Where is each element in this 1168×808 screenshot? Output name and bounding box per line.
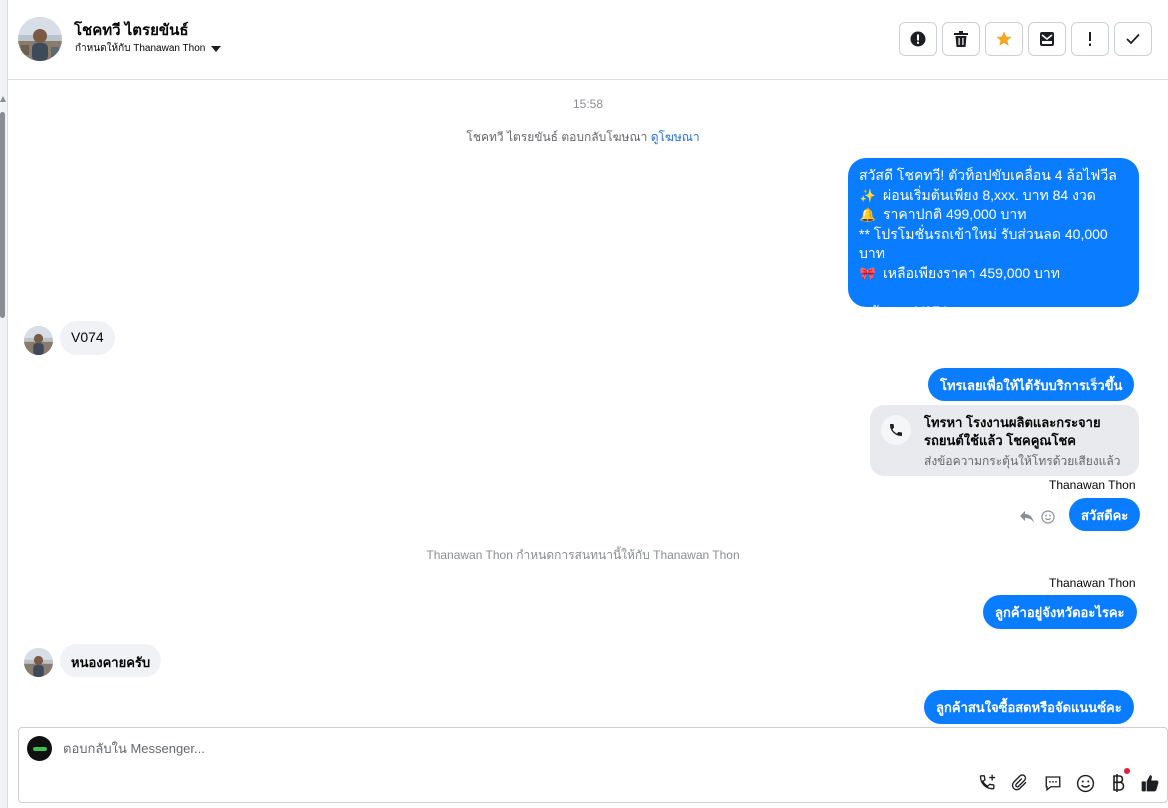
offer-line: ✨ ผ่อนเริ่มต้นเพียง 8,xxx. บาท 84 งวด bbox=[859, 186, 1128, 206]
ad-reply-notice: โชคทวี ไตรยขันธ์ ตอบกลับโฆษณา ดูโฆษณา bbox=[8, 128, 1158, 147]
incoming-message[interactable]: V074 bbox=[60, 321, 115, 355]
sender-name: Thanawan Thon bbox=[1049, 576, 1136, 590]
emoji-button[interactable] bbox=[1074, 772, 1096, 794]
reply-icon[interactable] bbox=[1019, 510, 1035, 524]
mark-unread-icon bbox=[1040, 32, 1054, 46]
payment-icon bbox=[1113, 774, 1125, 792]
outgoing-message[interactable]: ลูกค้าอยู่จังหวัดอะไรคะ bbox=[983, 595, 1137, 629]
saved-replies-icon bbox=[1045, 776, 1061, 792]
trash-icon bbox=[954, 31, 968, 47]
contact-avatar-small[interactable] bbox=[24, 648, 53, 677]
sender-name: Thanawan Thon bbox=[1049, 478, 1136, 492]
ribbon-icon: 🎀 bbox=[859, 265, 877, 281]
delete-button[interactable] bbox=[942, 22, 980, 56]
mark-unread-button[interactable] bbox=[1028, 22, 1066, 56]
notification-dot bbox=[1124, 768, 1130, 774]
message-timestamp: 15:58 bbox=[572, 97, 604, 111]
ad-reply-text: โชคทวี ไตรยขันธ์ ตอบกลับโฆษณา bbox=[466, 130, 648, 144]
contact-avatar[interactable] bbox=[18, 17, 62, 61]
assigned-label: กำหนดให้กับ Thanawan Thon bbox=[75, 43, 206, 54]
offer-line: 🎀 เหลือเพียงราคา 459,000 บาท bbox=[859, 264, 1128, 284]
saved-replies-button[interactable] bbox=[1042, 772, 1064, 794]
emoji-icon bbox=[1076, 774, 1094, 792]
offer-line-text: ผ่อนเริ่มต้นเพียง 8,xxx. บาท 84 งวด bbox=[883, 186, 1096, 203]
mark-done-button[interactable] bbox=[1114, 22, 1152, 56]
scrollbar-thumb[interactable] bbox=[0, 112, 5, 318]
outgoing-message[interactable]: โทรเลยเพื่อให้ได้รับบริการเร็วขึ้น bbox=[928, 368, 1135, 401]
view-ad-link[interactable]: ดูโฆษณา bbox=[651, 130, 700, 144]
message-input[interactable] bbox=[63, 741, 963, 756]
messenger-inbox-conversation: โชคทวี ไตรยขันธ์ กำหนดให้กับ Thanawan Th… bbox=[0, 0, 1168, 808]
contact-avatar-small[interactable] bbox=[24, 326, 53, 355]
spam-icon bbox=[910, 31, 926, 47]
call-add-button[interactable] bbox=[977, 772, 999, 794]
done-icon bbox=[1126, 33, 1140, 45]
assignment-dropdown[interactable]: กำหนดให้กับ Thanawan Thon bbox=[75, 41, 222, 56]
sparkles-icon: ✨ bbox=[859, 187, 877, 203]
offer-line-text: เหลือเพียงราคา 459,000 บาท bbox=[883, 264, 1061, 281]
attachment-button[interactable] bbox=[1009, 772, 1031, 794]
chevron-down-icon bbox=[211, 46, 222, 52]
star-icon bbox=[996, 31, 1012, 46]
spam-button[interactable] bbox=[899, 22, 937, 56]
like-button[interactable] bbox=[1139, 772, 1161, 794]
contact-name[interactable]: โชคทวี ไตรยขันธ์ bbox=[74, 18, 189, 42]
scroll-up-arrow-icon[interactable] bbox=[0, 96, 6, 102]
message-thread[interactable]: 15:58 โชคทวี ไตรยขันธ์ ตอบกลับโฆษณา ดูโฆ… bbox=[8, 81, 1168, 726]
follow-up-icon bbox=[1089, 32, 1091, 46]
incoming-message[interactable]: หนองคายครับ bbox=[60, 644, 162, 677]
star-button[interactable] bbox=[985, 22, 1023, 56]
call-card-subtitle: ส่งข้อความกระตุ้นให้โทรด้วยเสียงแล้ว bbox=[924, 454, 1121, 468]
call-card-title: โทรหา โรงงานผลิตและกระจายรถยนต์ใช้แล้ว โ… bbox=[924, 415, 1101, 448]
message-actions bbox=[1019, 510, 1055, 524]
react-emoji-icon[interactable] bbox=[1041, 510, 1055, 524]
offer-code: รหัสรถ : V074 bbox=[862, 303, 948, 319]
offer-line-text: ราคาปกติ 499,000 บาท bbox=[883, 206, 1027, 222]
call-add-icon bbox=[979, 774, 996, 790]
outgoing-message[interactable]: สวัสดีคะ bbox=[1069, 498, 1141, 531]
offer-spacer bbox=[859, 283, 1128, 302]
call-request-card[interactable]: โทรหา โรงงานผลิตและกระจายรถยนต์ใช้แล้ว โ… bbox=[870, 405, 1139, 476]
offer-line: สวัสดี โชคทวี! ตัวท็อปขับเคลื่อน 4 ล้อไฟ… bbox=[859, 167, 1117, 183]
reply-composer bbox=[18, 727, 1168, 803]
attachment-icon bbox=[1011, 774, 1027, 791]
assignment-event: Thanawan Thon กำหนดการสนทนานี้ให้กับ Tha… bbox=[426, 548, 740, 562]
bell-icon: 🔔 bbox=[859, 207, 877, 222]
left-scrollbar[interactable] bbox=[0, 0, 8, 808]
conversation-header: โชคทวี ไตรยขันธ์ กำหนดให้กับ Thanawan Th… bbox=[8, 0, 1168, 80]
offer-line: ** โปรโมชั่นรถเข้าใหม่ รับส่วนลด 40,000 … bbox=[859, 225, 1108, 262]
outgoing-message-offer[interactable]: สวัสดี โชคทวี! ตัวท็อปขับเคลื่อน 4 ล้อไฟ… bbox=[848, 158, 1139, 319]
follow-up-button[interactable] bbox=[1071, 22, 1109, 56]
offer-line: 🔔 ราคาปกติ 499,000 บาท bbox=[859, 205, 1128, 225]
page-avatar bbox=[27, 736, 52, 761]
like-icon bbox=[1141, 775, 1159, 792]
phone-icon bbox=[881, 415, 911, 445]
payment-button[interactable] bbox=[1107, 772, 1129, 794]
outgoing-message[interactable]: ลูกค้าสนใจซื้อสดหรือจัดแนนซ์คะ bbox=[924, 690, 1134, 724]
